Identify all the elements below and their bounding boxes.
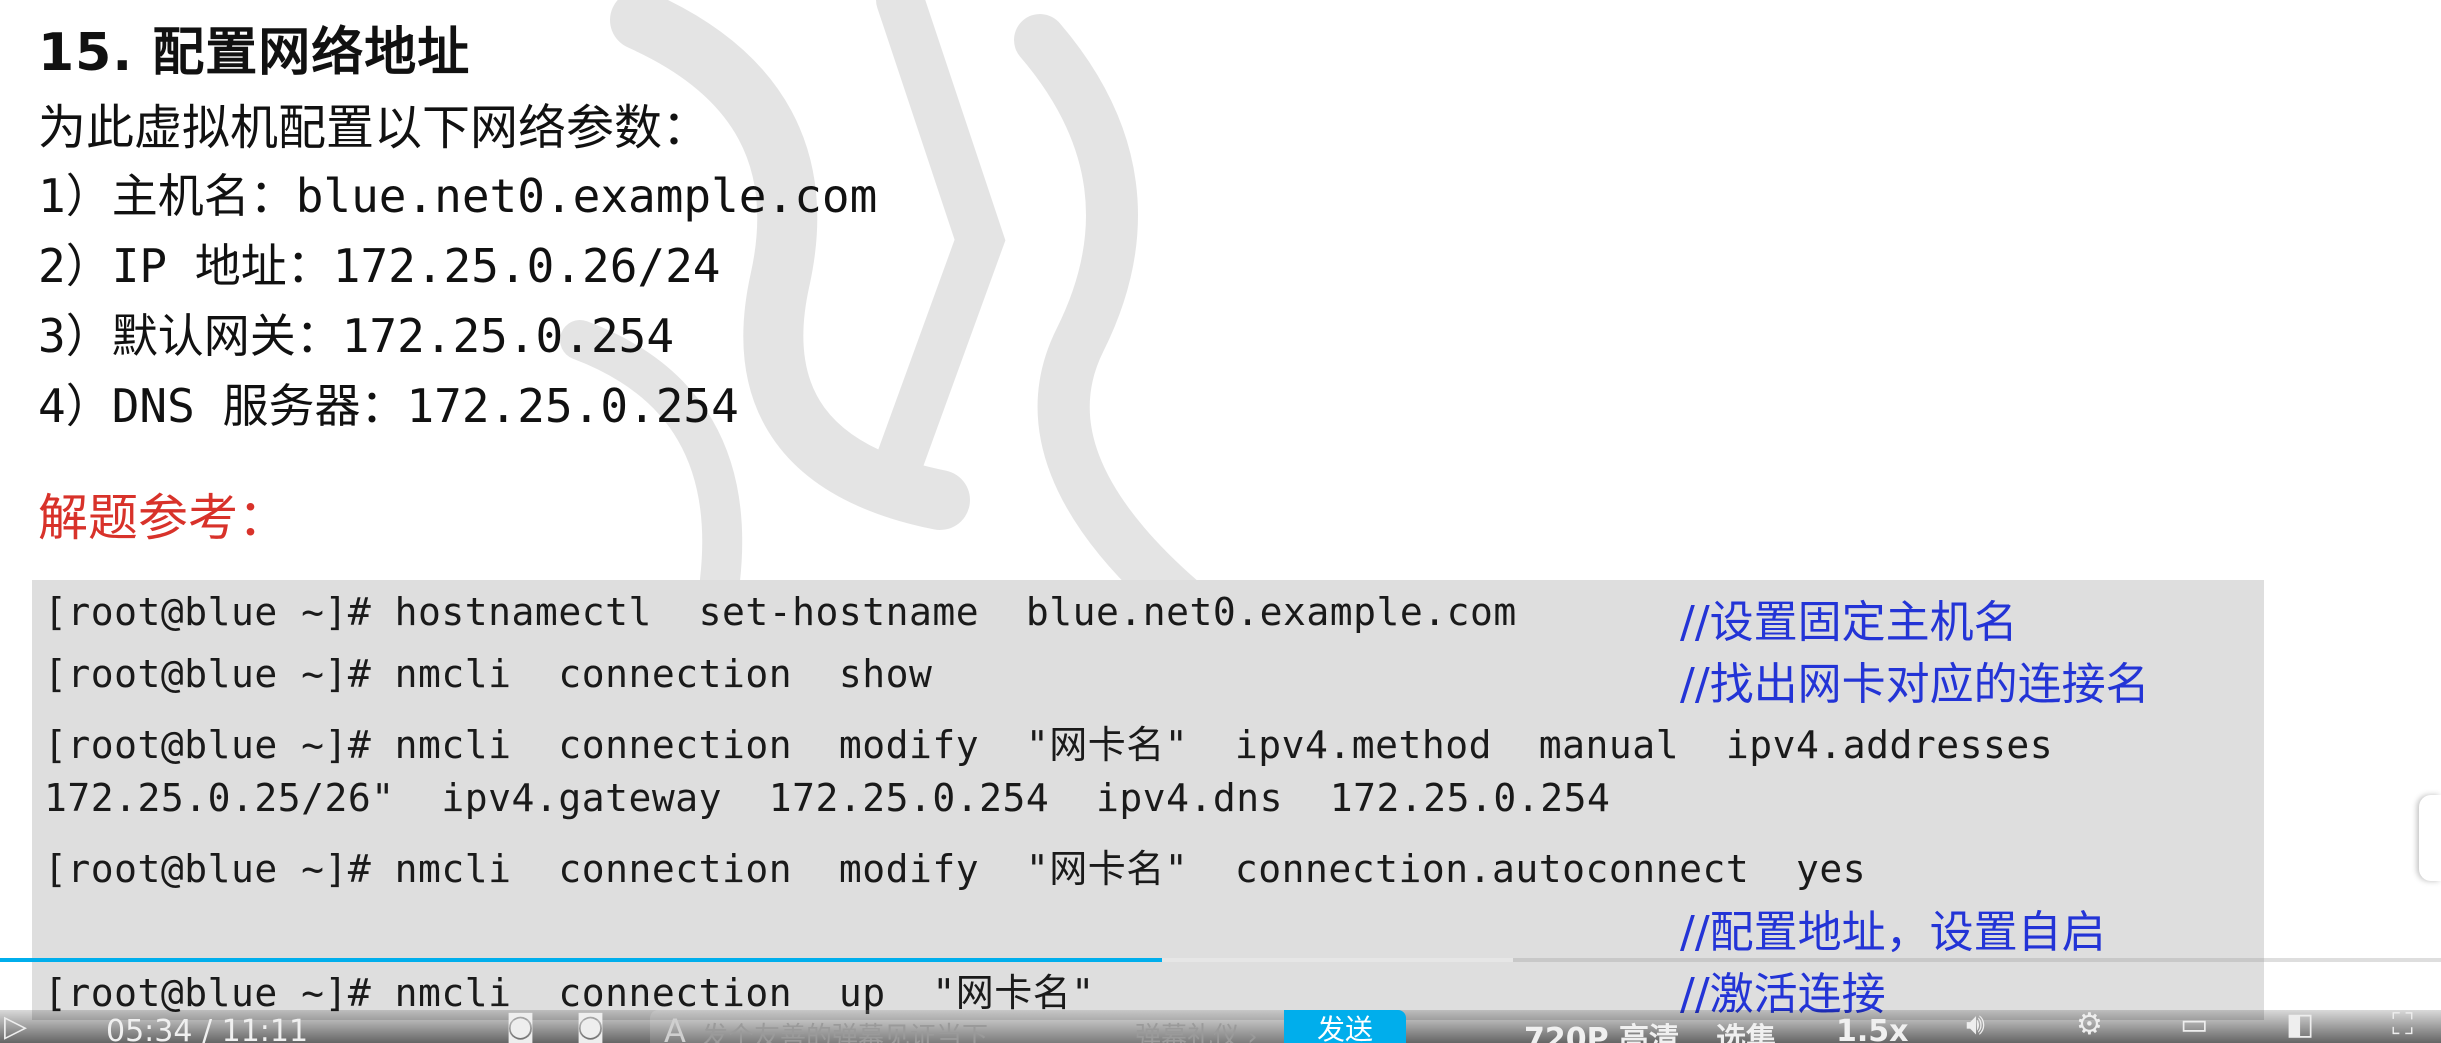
command-line: [root@blue ~]# nmcli connection show bbox=[44, 652, 933, 696]
episode-selector[interactable]: 选集 bbox=[1716, 1014, 1776, 1043]
playback-speed[interactable]: 1.5x bbox=[1836, 1014, 1909, 1043]
command-line: [root@blue ~]# hostnamectl set-hostname … bbox=[44, 590, 1517, 634]
danmaku-toggle-icon[interactable]: ◙ bbox=[506, 1012, 535, 1042]
param-dns: 4）DNS 服务器：172.25.0.254 bbox=[38, 379, 739, 433]
danmaku-input[interactable]: A 发个友善的弹幕见证当下 弹幕礼仪 › bbox=[650, 1010, 1284, 1043]
param-ip-address: 2）IP 地址：172.25.0.26/24 bbox=[38, 239, 721, 293]
command-line: 172.25.0.25/26" ipv4.gateway 172.25.0.25… bbox=[44, 776, 1611, 820]
command-line: [root@blue ~]# nmcli connection modify "… bbox=[44, 723, 2054, 767]
param-hostname: 1）主机名：blue.net0.example.com bbox=[38, 169, 878, 223]
danmaku-settings-icon[interactable]: ◙ bbox=[576, 1012, 605, 1042]
play-icon[interactable]: ▷ bbox=[4, 1012, 27, 1042]
question-heading: 15. 配置网络地址 bbox=[38, 23, 471, 83]
volume-icon[interactable]: 🔊︎ bbox=[1966, 1010, 1985, 1040]
command-comment: //配置地址，设置自启 bbox=[1680, 907, 2106, 958]
progress-played bbox=[0, 958, 1162, 962]
param-gateway: 3）默认网关：172.25.0.254 bbox=[38, 309, 675, 363]
command-comment: //找出网卡对应的连接名 bbox=[1680, 659, 2150, 710]
widescreen-icon[interactable]: ◧ bbox=[2286, 1010, 2314, 1040]
time-display: 05:34 / 11:11 bbox=[106, 1014, 309, 1043]
side-panel-toggle[interactable] bbox=[2419, 795, 2441, 881]
settings-gear-icon[interactable]: ⚙ bbox=[2076, 1010, 2103, 1040]
command-comment: //设置固定主机名 bbox=[1680, 597, 2018, 648]
video-frame[interactable]: 15. 配置网络地址 为此虚拟机配置以下网络参数： 1）主机名：blue.net… bbox=[0, 0, 2441, 1043]
question-intro: 为此虚拟机配置以下网络参数： bbox=[38, 100, 711, 156]
quality-selector[interactable]: 720P 高清 bbox=[1524, 1014, 1679, 1043]
danmaku-style-icon[interactable]: A bbox=[664, 1012, 686, 1043]
picture-in-picture-icon[interactable]: ▭ bbox=[2180, 1010, 2208, 1040]
danmaku-placeholder: 发个友善的弹幕见证当下 bbox=[702, 1022, 989, 1043]
progress-bar[interactable] bbox=[0, 958, 2441, 962]
answer-label: 解题参考： bbox=[38, 489, 288, 547]
progress-buffered bbox=[1161, 958, 1514, 962]
send-danmaku-button[interactable]: 发送 bbox=[1284, 1010, 1406, 1043]
fullscreen-icon[interactable]: ⛶ bbox=[2392, 1010, 2413, 1040]
command-line: [root@blue ~]# nmcli connection modify "… bbox=[44, 847, 1867, 891]
command-line: [root@blue ~]# nmcli connection up "网卡名" bbox=[44, 971, 1095, 1015]
danmaku-etiquette-link[interactable]: 弹幕礼仪 › bbox=[1135, 1016, 1258, 1043]
